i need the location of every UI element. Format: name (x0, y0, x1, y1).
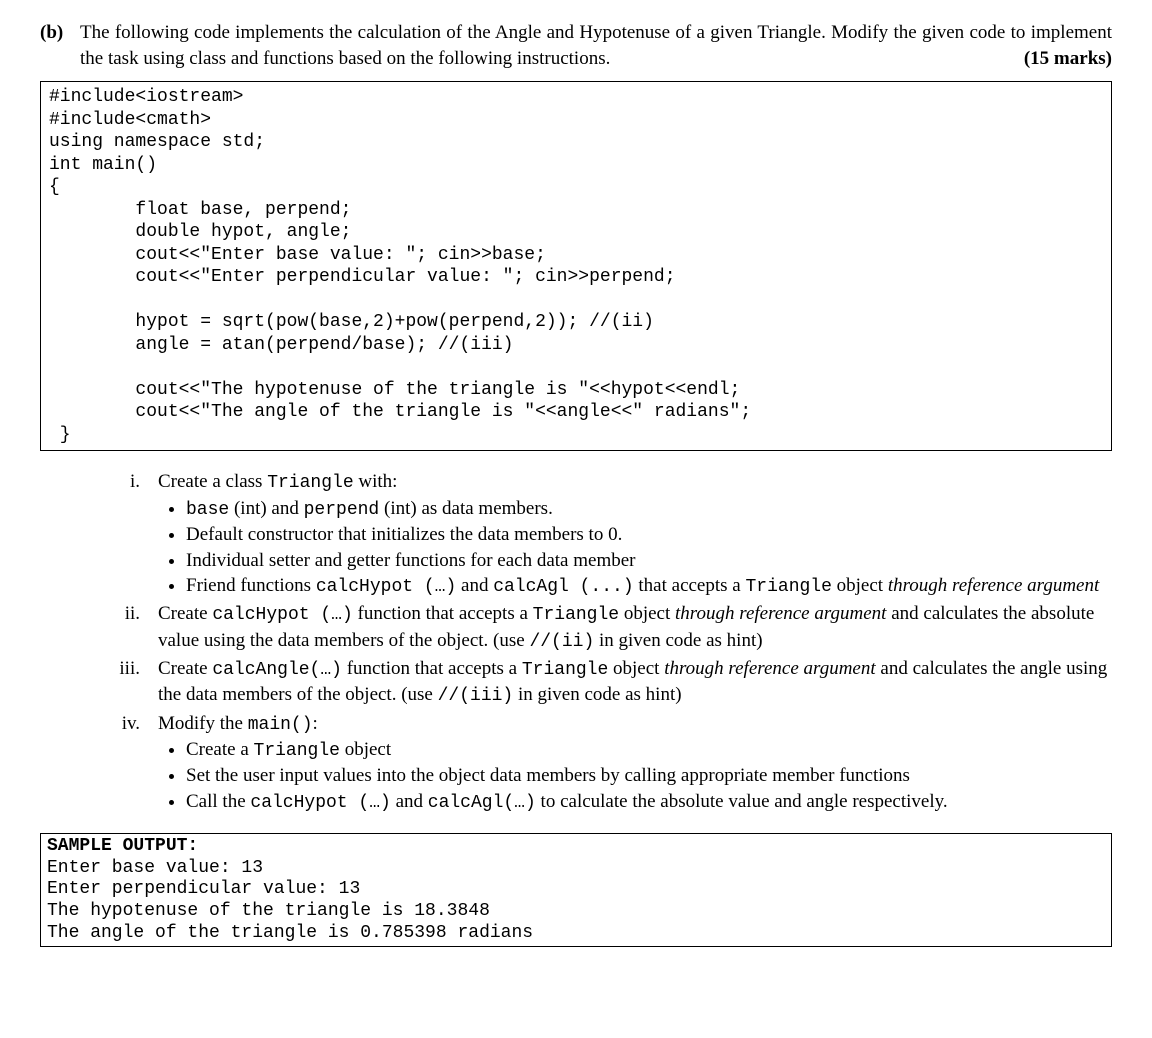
bullet: Friend functions calcHypot (…) and calcA… (186, 573, 1112, 599)
text: Friend functions (186, 575, 316, 596)
sample-output-body: Enter base value: 13 Enter perpendicular… (47, 858, 533, 943)
text: in given code as hint) (594, 630, 762, 651)
code-inline: //(ii) (529, 632, 594, 652)
text: Default constructor that initializes the… (186, 524, 622, 545)
text: object (619, 603, 675, 624)
code-inline: calcAgl(…) (428, 793, 536, 813)
text: and (456, 575, 493, 596)
text: to calculate the absolute value and angl… (536, 791, 948, 812)
text: Create (158, 658, 212, 679)
instructions-list: i. Create a class Triangle with: base (i… (92, 469, 1112, 815)
text: function that accepts a (342, 658, 522, 679)
code-inline: Triangle (533, 605, 619, 625)
instruction-i: i. Create a class Triangle with: base (i… (92, 469, 1112, 599)
text: Modify the (158, 713, 248, 734)
text: in given code as hint) (513, 684, 681, 705)
code-inline: perpend (304, 500, 380, 520)
sub-bullets: base (int) and perpend (int) as data mem… (186, 496, 1112, 600)
text: Create a class (158, 471, 267, 492)
bullet: Individual setter and getter functions f… (186, 548, 1112, 574)
instruction-iii: iii. Create calcAngle(…) function that a… (92, 656, 1112, 709)
instruction-iv: iv. Modify the main(): Create a Triangle… (92, 711, 1112, 816)
text: that accepts a (634, 575, 746, 596)
text: with: (354, 471, 398, 492)
question-text: The following code implements the calcul… (80, 20, 1112, 71)
question-marks: (15 marks) (1024, 46, 1112, 72)
italic-text: through reference argument (664, 658, 875, 679)
sample-output-box: SAMPLE OUTPUT: Enter base value: 13 Ente… (40, 833, 1112, 947)
instruction-body: Create a class Triangle with: base (int)… (158, 469, 1112, 599)
instruction-number: iii. (92, 656, 158, 709)
bullet: Create a Triangle object (186, 737, 1112, 763)
code-inline: calcAngle(…) (212, 660, 342, 680)
instruction-ii: ii. Create calcHypot (…) function that a… (92, 601, 1112, 654)
sample-output-header: SAMPLE OUTPUT: (47, 836, 198, 856)
text: and (391, 791, 428, 812)
bullet: Call the calcHypot (…) and calcAgl(…) to… (186, 789, 1112, 815)
code-inline: Triangle (745, 577, 831, 597)
text: (int) and (229, 498, 303, 519)
text: Create (158, 603, 212, 624)
text: object (832, 575, 888, 596)
italic-text: through reference argument (675, 603, 886, 624)
text: function that accepts a (353, 603, 533, 624)
question-label: (b) (40, 20, 80, 71)
instruction-body: Modify the main(): Create a Triangle obj… (158, 711, 1112, 816)
instruction-body: Create calcAngle(…) function that accept… (158, 656, 1112, 709)
code-inline: calcAgl (...) (493, 577, 633, 597)
code-inline: main() (248, 715, 313, 735)
instruction-body: Create calcHypot (…) function that accep… (158, 601, 1112, 654)
text: Create a (186, 739, 254, 760)
text: : (313, 713, 318, 734)
instruction-number: iv. (92, 711, 158, 816)
code-box: #include<iostream> #include<cmath> using… (40, 81, 1112, 451)
text: (int) as data members. (379, 498, 553, 519)
code-inline: //(iii) (438, 686, 514, 706)
code-inline: calcHypot (…) (250, 793, 390, 813)
text: Set the user input values into the objec… (186, 765, 910, 786)
text: object (608, 658, 664, 679)
text: Individual setter and getter functions f… (186, 550, 636, 571)
question-header: (b) The following code implements the ca… (40, 20, 1112, 71)
code-inline: calcHypot (…) (316, 577, 456, 597)
code-inline: Triangle (522, 660, 608, 680)
italic-text: through reference argument (888, 575, 1099, 596)
sub-bullets: Create a Triangle object Set the user in… (186, 737, 1112, 815)
text: Call the (186, 791, 250, 812)
question-body: The following code implements the calcul… (80, 22, 1112, 69)
bullet: Set the user input values into the objec… (186, 763, 1112, 789)
instruction-number: ii. (92, 601, 158, 654)
code-inline: base (186, 500, 229, 520)
text: object (340, 739, 391, 760)
bullet: Default constructor that initializes the… (186, 522, 1112, 548)
instruction-number: i. (92, 469, 158, 599)
code-inline: calcHypot (…) (212, 605, 352, 625)
bullet: base (int) and perpend (int) as data mem… (186, 496, 1112, 522)
code-inline: Triangle (267, 473, 353, 493)
code-inline: Triangle (254, 741, 340, 761)
